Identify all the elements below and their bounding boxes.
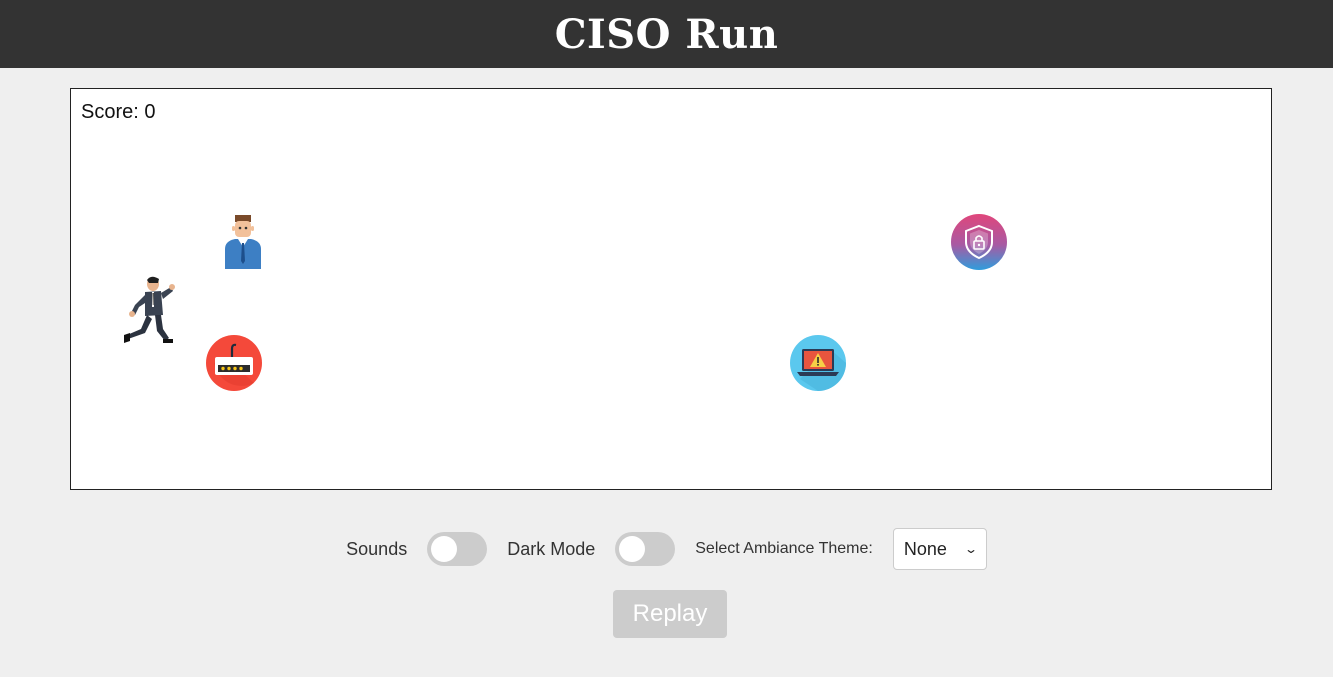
- router-password-icon: [206, 335, 262, 391]
- settings-bar: Sounds Dark Mode Select Ambiance Theme: …: [0, 528, 1333, 570]
- sounds-toggle[interactable]: [427, 532, 488, 566]
- game-canvas[interactable]: Score: 0: [70, 88, 1272, 490]
- shield-lock-icon: [951, 214, 1007, 270]
- page-title: CISO Run: [554, 10, 779, 58]
- dark-mode-toggle[interactable]: [615, 532, 676, 566]
- theme-select-value: None: [903, 538, 947, 559]
- score-display: Score: 0: [81, 101, 156, 123]
- businessman-icon: [225, 215, 261, 269]
- sounds-label: Sounds: [346, 538, 408, 559]
- running-businessman-icon: [124, 276, 175, 343]
- chevron-down-icon: ⌄: [963, 542, 978, 556]
- toggle-knob: [431, 536, 458, 562]
- theme-select[interactable]: None ⌄: [892, 528, 987, 570]
- toggle-knob: [619, 536, 646, 562]
- laptop-warning-icon: [790, 335, 846, 391]
- theme-label: Select Ambiance Theme:: [695, 540, 873, 557]
- dark-mode-label: Dark Mode: [507, 538, 596, 559]
- replay-button[interactable]: Replay: [613, 590, 727, 638]
- app-header: CISO Run: [0, 0, 1333, 68]
